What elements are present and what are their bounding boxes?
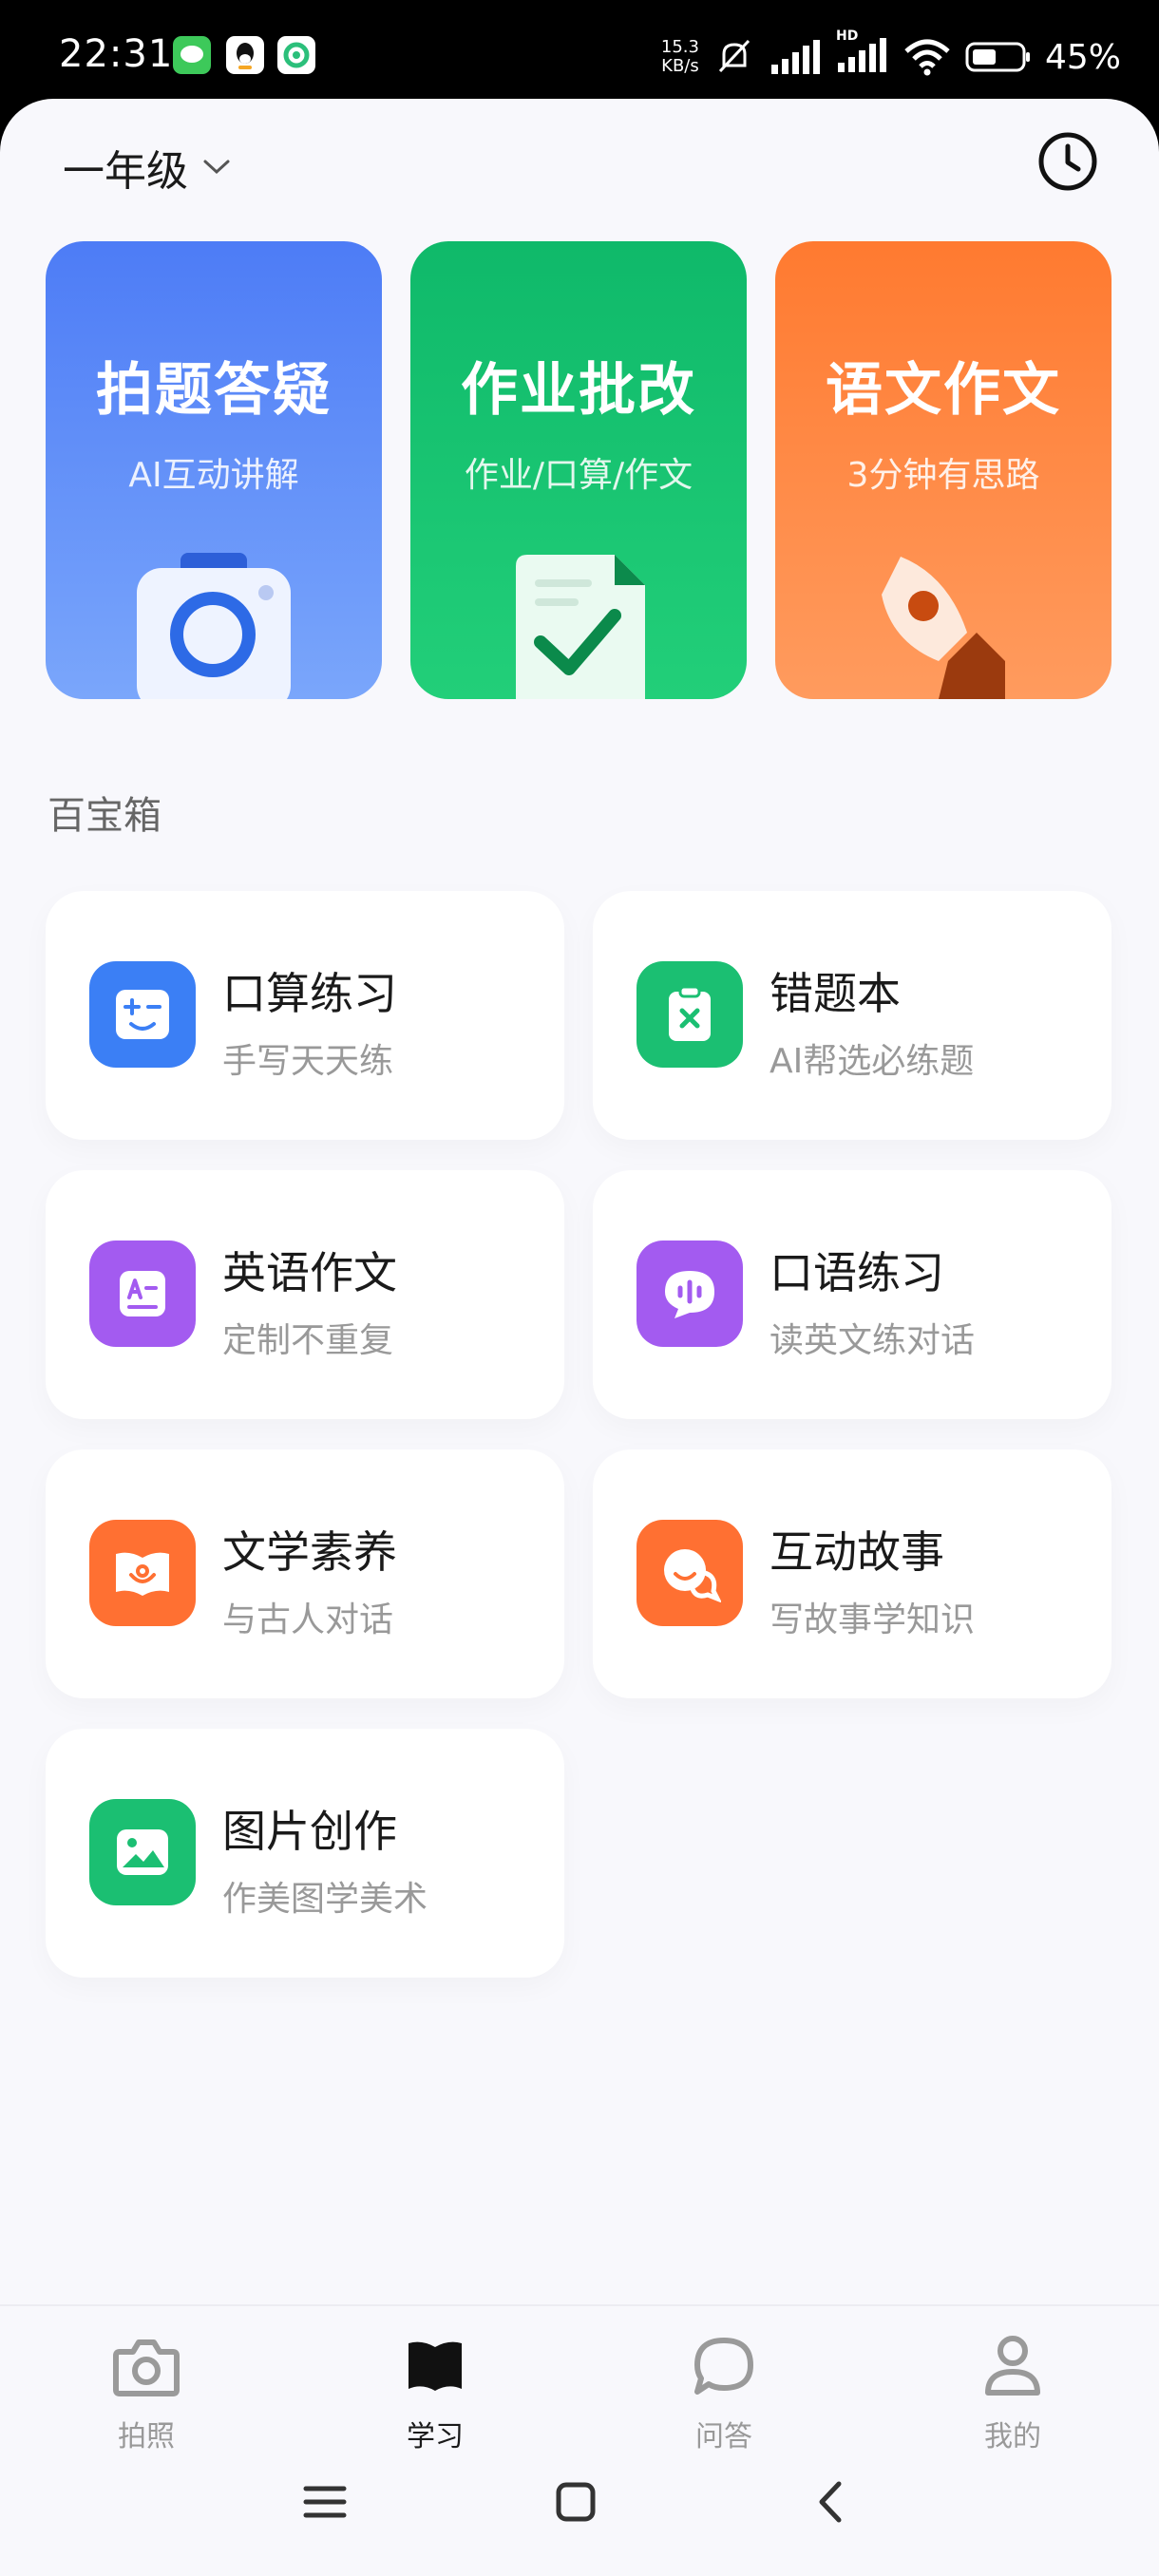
- tool-title: 错题本: [770, 968, 901, 1019]
- camera-outline-icon: [113, 2339, 180, 2396]
- document-check-icon: [516, 555, 645, 699]
- sync-app-icon: [277, 36, 315, 74]
- tool-title: 文学素养: [222, 1526, 397, 1578]
- main-screen: 一年级 拍题答疑 AI互动讲解 作业批改 作业/口算/作文 语文作文 3分钟有思…: [0, 99, 1159, 2576]
- chevron-down-icon: [203, 160, 230, 175]
- image-icon: [89, 1799, 196, 1905]
- back-button[interactable]: [792, 2464, 868, 2540]
- history-button[interactable]: [1036, 129, 1100, 194]
- home-button[interactable]: [538, 2464, 614, 2540]
- chat-smile-icon: [636, 1520, 743, 1626]
- menu-icon: [303, 2486, 347, 2518]
- hd-signal-icon: HD: [836, 28, 889, 78]
- person-icon: [985, 2336, 1040, 2396]
- tool-card-mental-math[interactable]: 口算练习 手写天天练: [46, 891, 564, 1140]
- tool-subtitle: 与古人对话: [222, 1601, 394, 1639]
- tool-title: 口语练习: [770, 1247, 944, 1298]
- net-speed: 15.3 KB/s: [660, 37, 699, 76]
- feature-subtitle: 3分钟有思路: [846, 456, 1040, 495]
- letter-a-doc-icon: [89, 1241, 196, 1347]
- qq-app-icon: [226, 36, 264, 74]
- tool-card-english-essay[interactable]: 英语作文 定制不重复: [46, 1170, 564, 1419]
- tool-card-image-creation[interactable]: 图片创作 作美图学美术: [46, 1729, 564, 1978]
- tool-card-interactive-story[interactable]: 互动故事 写故事学知识: [593, 1449, 1112, 1698]
- battery-icon: [965, 42, 1030, 72]
- tool-subtitle: 读英文练对话: [770, 1321, 976, 1360]
- status-indicators: 15.3 KB/s HD 45%: [661, 28, 1121, 85]
- tool-subtitle: 作美图学美术: [222, 1880, 428, 1919]
- speech-wave-icon: [636, 1241, 743, 1347]
- feature-title: 语文作文: [826, 357, 1061, 424]
- tool-subtitle: AI帮选必练题: [770, 1042, 975, 1081]
- tool-subtitle: 写故事学知识: [770, 1601, 976, 1639]
- home-square-icon: [556, 2482, 596, 2522]
- feature-title: 拍题答疑: [96, 357, 332, 424]
- mute-bell-icon: [718, 39, 750, 73]
- signal-icon: [770, 40, 820, 74]
- grade-selector[interactable]: 一年级: [63, 137, 232, 198]
- tool-title: 图片创作: [222, 1806, 397, 1857]
- grade-label: 一年级: [63, 147, 188, 196]
- chat-bubble-icon: [694, 2338, 753, 2395]
- feature-subtitle: 作业/口算/作文: [464, 456, 694, 495]
- clipboard-x-icon: [636, 961, 743, 1068]
- back-chevron-icon: [819, 2481, 842, 2523]
- tool-title: 互动故事: [770, 1526, 944, 1578]
- battery-percent: 45%: [1044, 37, 1121, 77]
- status-bar: 22:31 15.3 KB/s HD 45%: [0, 0, 1159, 114]
- tool-title: 口算练习: [222, 968, 397, 1019]
- toolbox-title: 百宝箱: [48, 794, 162, 838]
- tool-card-oral-practice[interactable]: 口语练习 读英文练对话: [593, 1170, 1112, 1419]
- feature-subtitle: AI互动讲解: [128, 456, 299, 495]
- tool-card-mistake-book[interactable]: 错题本 AI帮选必练题: [593, 891, 1112, 1140]
- message-app-icon: [173, 36, 211, 74]
- menu-button[interactable]: [287, 2464, 363, 2540]
- feature-title: 作业批改: [461, 357, 696, 424]
- status-time: 22:31: [59, 32, 174, 76]
- tool-title: 英语作文: [222, 1247, 397, 1298]
- math-face-icon: [89, 961, 196, 1068]
- system-nav-bar: [0, 2435, 1159, 2576]
- pen-nib-icon: [882, 557, 1005, 699]
- wifi-icon: [904, 39, 950, 76]
- camera-icon: [137, 553, 291, 699]
- clock-icon: [1038, 132, 1097, 191]
- tool-card-literature[interactable]: 文学素养 与古人对话: [46, 1449, 564, 1698]
- feature-card-homework-check[interactable]: 作业批改 作业/口算/作文: [410, 241, 747, 699]
- open-book-icon: [89, 1520, 196, 1626]
- tool-subtitle: 定制不重复: [222, 1321, 394, 1360]
- book-icon: [408, 2341, 462, 2391]
- tool-subtitle: 手写天天练: [222, 1042, 394, 1081]
- feature-card-photo-qa[interactable]: 拍题答疑 AI互动讲解: [46, 241, 382, 699]
- feature-card-chinese-essay[interactable]: 语文作文 3分钟有思路: [775, 241, 1112, 699]
